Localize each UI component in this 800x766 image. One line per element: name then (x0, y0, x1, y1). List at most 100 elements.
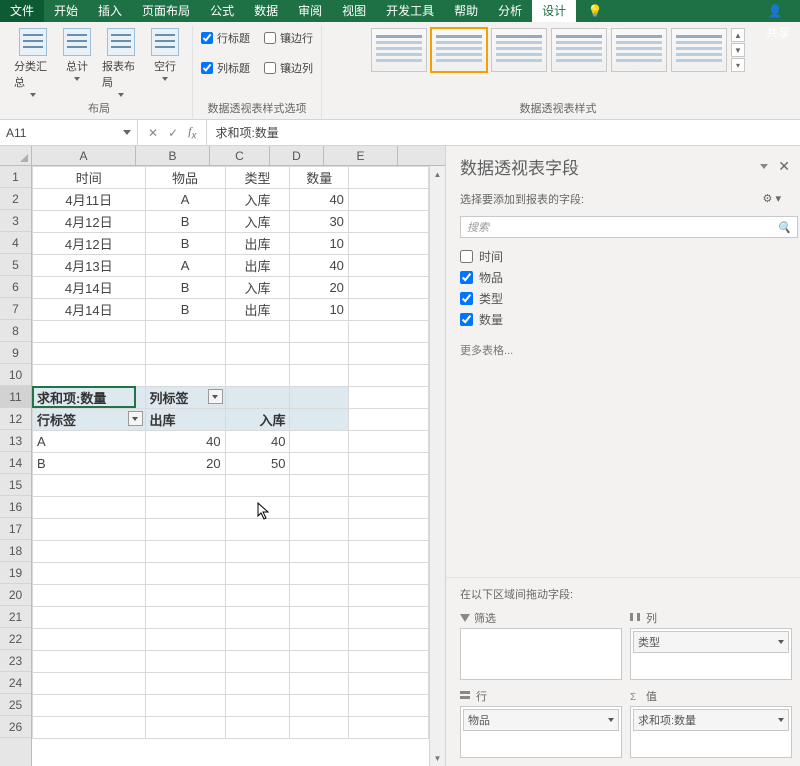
cell[interactable]: 10 (290, 299, 348, 321)
cell[interactable] (348, 321, 428, 343)
cell[interactable]: 出库 (225, 233, 290, 255)
cell[interactable] (348, 673, 428, 695)
cell[interactable] (225, 673, 290, 695)
cell[interactable]: 4月12日 (33, 211, 146, 233)
tab-insert[interactable]: 插入 (88, 0, 132, 22)
cell[interactable] (145, 673, 225, 695)
cell[interactable] (225, 629, 290, 651)
cell[interactable] (33, 651, 146, 673)
cell[interactable] (33, 629, 146, 651)
row-headers-checkbox[interactable]: 行标题 (201, 28, 250, 48)
cell[interactable] (145, 497, 225, 519)
cell[interactable] (33, 475, 146, 497)
field-time[interactable]: 时间 (460, 246, 786, 267)
banded-rows-checkbox[interactable]: 镶边行 (264, 28, 313, 48)
cell[interactable] (348, 343, 428, 365)
gallery-up-button[interactable]: ▲ (731, 28, 745, 42)
cell[interactable] (33, 541, 146, 563)
row-header[interactable]: 25 (0, 694, 31, 716)
row-header[interactable]: 15 (0, 474, 31, 496)
row-header[interactable]: 9 (0, 342, 31, 364)
cell[interactable]: 出库 (225, 299, 290, 321)
subtotals-button[interactable]: 分类汇总 (14, 28, 52, 97)
row-header[interactable]: 1 (0, 166, 31, 188)
cell[interactable]: 4月13日 (33, 255, 146, 277)
cell[interactable]: B (145, 211, 225, 233)
cell[interactable]: 4月14日 (33, 277, 146, 299)
tab-design[interactable]: 设计 (532, 0, 576, 22)
pivot-value[interactable]: 40 (145, 431, 225, 453)
cell[interactable] (348, 387, 428, 409)
banded-cols-checkbox[interactable]: 镶边列 (264, 58, 313, 78)
cell[interactable]: A (145, 255, 225, 277)
zone-filters[interactable]: 筛选 (460, 608, 622, 680)
cell[interactable] (348, 651, 428, 673)
style-thumb[interactable] (491, 28, 547, 72)
cell[interactable] (225, 541, 290, 563)
cells-area[interactable]: 时间物品类型数量 4月11日A入库40 4月12日B入库30 4月12日B出库1… (32, 166, 429, 766)
cell[interactable] (33, 519, 146, 541)
row-header[interactable]: 22 (0, 628, 31, 650)
cell[interactable] (33, 321, 146, 343)
cell[interactable]: 入库 (225, 189, 290, 211)
row-header[interactable]: 26 (0, 716, 31, 738)
cell[interactable] (145, 585, 225, 607)
pivot-value[interactable]: 20 (145, 453, 225, 475)
cell[interactable] (145, 695, 225, 717)
gallery-more-button[interactable]: ▾ (731, 58, 745, 72)
row-header[interactable]: 7 (0, 298, 31, 320)
cell[interactable] (225, 717, 290, 739)
cell[interactable]: 4月14日 (33, 299, 146, 321)
cell[interactable] (225, 607, 290, 629)
cell[interactable] (145, 651, 225, 673)
cell[interactable] (33, 497, 146, 519)
token-item[interactable]: 物品 (463, 709, 619, 731)
row-header[interactable]: 14 (0, 452, 31, 474)
cancel-formula-icon[interactable]: ✕ (148, 126, 158, 140)
row-header[interactable]: 20 (0, 584, 31, 606)
tab-help[interactable]: 帮助 (444, 0, 488, 22)
field-search-input[interactable]: 搜索 🔍 (460, 216, 798, 238)
cell[interactable] (290, 431, 348, 453)
cell[interactable] (145, 563, 225, 585)
row-header[interactable]: 3 (0, 210, 31, 232)
row-header[interactable]: 13 (0, 430, 31, 452)
cell[interactable] (145, 541, 225, 563)
row-header[interactable]: 4 (0, 232, 31, 254)
cell[interactable] (348, 365, 428, 387)
cell[interactable] (348, 233, 428, 255)
cell[interactable] (348, 563, 428, 585)
col-header-B[interactable]: B (136, 146, 210, 165)
formula-input[interactable]: 求和项:数量 (207, 120, 800, 145)
cell[interactable]: A (145, 189, 225, 211)
cell[interactable] (33, 563, 146, 585)
cell[interactable] (290, 519, 348, 541)
settings-button[interactable]: ⚙ ▾ (758, 189, 786, 208)
cell[interactable] (348, 629, 428, 651)
row-header[interactable]: 5 (0, 254, 31, 276)
cell[interactable] (33, 673, 146, 695)
cell[interactable] (225, 365, 290, 387)
style-thumb[interactable] (671, 28, 727, 72)
pivot-col-header[interactable]: 出库 (145, 409, 225, 431)
cell[interactable] (348, 211, 428, 233)
pivot-value[interactable]: 40 (225, 431, 290, 453)
cell[interactable] (33, 695, 146, 717)
cell[interactable] (290, 343, 348, 365)
cell[interactable] (348, 519, 428, 541)
cell[interactable] (290, 409, 348, 431)
cell[interactable] (290, 541, 348, 563)
tab-formulas[interactable]: 公式 (200, 0, 244, 22)
cell[interactable] (145, 475, 225, 497)
cell[interactable] (145, 321, 225, 343)
cell[interactable]: 物品 (145, 167, 225, 189)
field-type[interactable]: 类型 (460, 288, 786, 309)
row-header[interactable]: 21 (0, 606, 31, 628)
cell[interactable]: B (145, 233, 225, 255)
tab-developer[interactable]: 开发工具 (376, 0, 444, 22)
cell[interactable] (348, 475, 428, 497)
cell[interactable]: 4月11日 (33, 189, 146, 211)
cell[interactable] (290, 607, 348, 629)
cell[interactable] (290, 629, 348, 651)
cell[interactable] (348, 409, 428, 431)
